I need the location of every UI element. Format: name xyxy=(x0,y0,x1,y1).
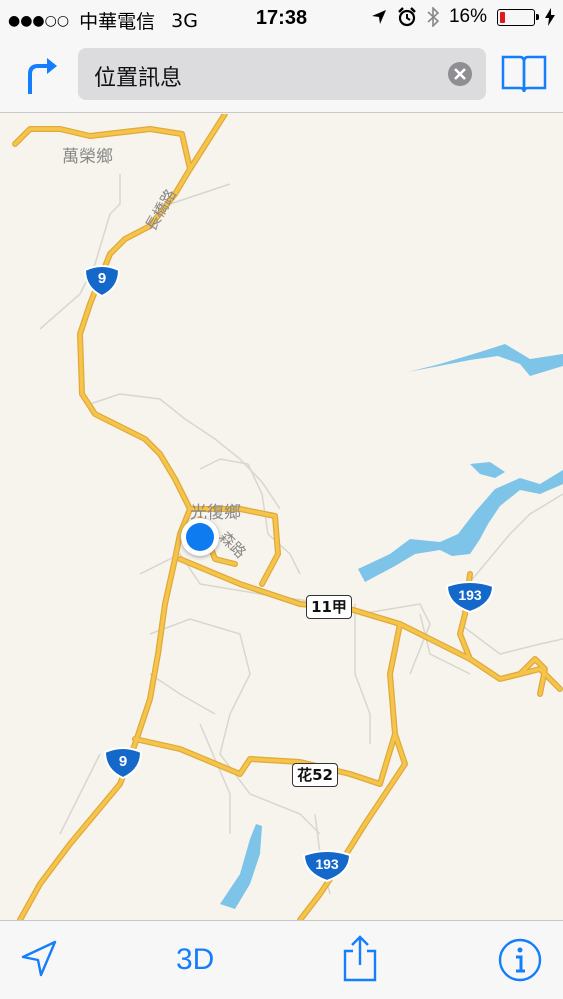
alarm-clock-icon xyxy=(398,7,416,27)
bookmarks-button[interactable] xyxy=(500,54,548,94)
directions-button[interactable] xyxy=(22,52,62,96)
route-shield-9-bottom: 9 xyxy=(103,746,143,780)
search-bar-container: 位置訊息 xyxy=(0,38,563,113)
route-shield-9-top: 9 xyxy=(83,264,121,298)
bookmarks-book-icon xyxy=(501,55,547,93)
clear-search-button[interactable] xyxy=(448,62,472,86)
track-location-button[interactable] xyxy=(20,939,58,983)
river-branch xyxy=(470,462,505,478)
place-label-wanrong: 萬榮鄉 xyxy=(62,147,113,167)
search-query-text: 位置訊息 xyxy=(94,66,183,91)
directions-arrow-icon xyxy=(28,58,57,94)
river-bottom xyxy=(220,824,262,909)
route-number-193-right: 193 xyxy=(458,587,482,603)
current-location-marker[interactable] xyxy=(181,518,219,556)
route-shield-193-right: 193 xyxy=(445,580,495,614)
search-input[interactable]: 位置訊息 xyxy=(78,48,486,100)
route-label-11a: 11甲 xyxy=(306,595,352,619)
route-number-9-top: 9 xyxy=(97,270,107,287)
status-bar: ●●●○○ 中華電信 3G 17:38 16% xyxy=(0,0,563,38)
status-right: 16% xyxy=(371,6,555,28)
battery-percent: 16% xyxy=(448,6,487,27)
battery-icon xyxy=(497,8,539,26)
river-upper-right xyxy=(408,344,563,376)
bluetooth-icon xyxy=(427,7,439,27)
map-canvas xyxy=(12,114,563,920)
route-shield-193-bottom: 193 xyxy=(302,849,352,883)
location-arrow-icon xyxy=(371,10,386,24)
location-arrow-icon xyxy=(21,940,57,977)
route-number-9-bottom: 9 xyxy=(118,753,128,770)
info-button[interactable] xyxy=(497,937,543,987)
route-label-hua52: 花52 xyxy=(292,763,338,787)
river-middle xyxy=(358,470,563,582)
share-icon xyxy=(343,935,377,982)
share-button[interactable] xyxy=(342,935,378,987)
map-view[interactable]: 萬榮鄉 長橋路 光復鄉 森路 9 9 193 193 11甲 花52 xyxy=(0,114,563,920)
battery-fill xyxy=(500,11,506,23)
info-icon xyxy=(498,938,542,982)
charging-bolt-icon xyxy=(545,8,555,26)
water-features xyxy=(220,344,563,909)
bottom-toolbar: 3D xyxy=(0,920,563,999)
route-number-193-bottom: 193 xyxy=(315,856,339,872)
clear-x-icon xyxy=(454,68,466,80)
3d-view-button[interactable]: 3D xyxy=(176,943,214,977)
